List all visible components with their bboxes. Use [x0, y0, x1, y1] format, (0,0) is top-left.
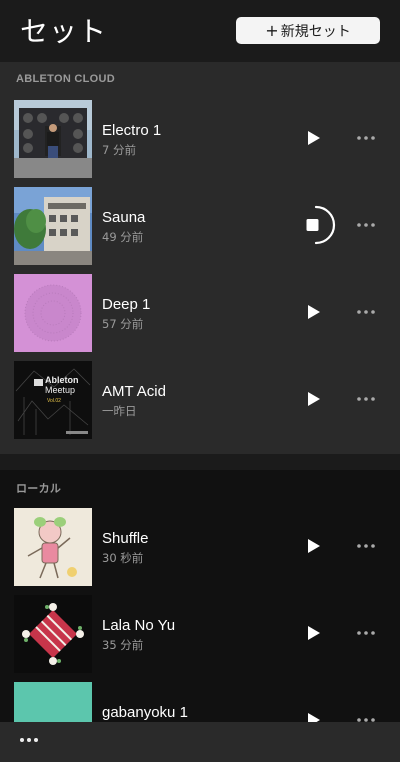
section-label-local: ローカル: [16, 482, 62, 495]
flyer-line1: Ableton: [45, 375, 79, 385]
list-item-amt-acid[interactable]: Ableton Meetup Vol.02 AMT Acid 一昨日: [0, 361, 400, 439]
list-item-lala-no-yu[interactable]: Lala No Yu 35 分前: [0, 595, 400, 673]
item-time: 30 秒前: [102, 551, 144, 565]
item-time: 49 分前: [102, 230, 144, 244]
item-name: Shuffle: [102, 530, 149, 547]
item-name: gabanyoku 1: [102, 704, 188, 721]
flyer-line3: Vol.02: [47, 398, 61, 404]
bottom-toolbar: [0, 722, 400, 762]
more-icon[interactable]: [18, 730, 40, 750]
sound-system-photo-thumbnail: [14, 100, 92, 178]
cloud-section: ABLETON CLOUD Electro 1 7 分前 Sauna 49 分前…: [0, 62, 400, 454]
meetup-flyer-thumbnail: Ableton Meetup Vol.02: [14, 361, 92, 439]
character-drawing-thumbnail: [14, 508, 92, 586]
list-item-shuffle[interactable]: Shuffle 30 秒前: [0, 508, 400, 586]
play-icon[interactable]: [304, 710, 324, 722]
item-time: 57 分前: [102, 317, 144, 331]
item-name: Sauna: [102, 209, 146, 226]
app-header: セット + 新規セット: [0, 0, 400, 62]
more-icon[interactable]: [355, 536, 377, 556]
play-icon[interactable]: [304, 536, 324, 556]
section-separator: [0, 454, 400, 470]
play-icon[interactable]: [304, 302, 324, 322]
list-item-deep-1[interactable]: Deep 1 57 分前: [0, 274, 400, 352]
list-item-gabanyoku-1[interactable]: gabanyoku 1: [0, 682, 400, 722]
more-icon[interactable]: [355, 389, 377, 409]
item-name: Deep 1: [102, 296, 151, 313]
page-title: セット: [20, 15, 108, 48]
item-name: Electro 1: [102, 122, 162, 139]
more-icon[interactable]: [355, 215, 377, 235]
building-photo-thumbnail: [14, 187, 92, 265]
more-icon[interactable]: [355, 128, 377, 148]
section-label-cloud: ABLETON CLOUD: [16, 73, 116, 85]
item-time: 一昨日: [102, 404, 137, 418]
new-set-label: 新規セット: [280, 23, 351, 40]
list-item-electro-1[interactable]: Electro 1 7 分前: [0, 100, 400, 178]
item-name: Lala No Yu: [102, 617, 176, 634]
pink-circle-thumbnail: [14, 274, 92, 352]
new-set-button[interactable]: + 新規セット: [236, 17, 380, 44]
more-icon[interactable]: [355, 710, 377, 722]
list-item-sauna[interactable]: Sauna 49 分前: [0, 187, 400, 265]
floral-pattern-thumbnail: [14, 595, 92, 673]
play-icon[interactable]: [304, 128, 324, 148]
item-name: AMT Acid: [102, 383, 166, 400]
more-icon[interactable]: [355, 623, 377, 643]
stop-progress-icon[interactable]: [296, 204, 336, 246]
play-icon[interactable]: [304, 623, 324, 643]
local-section: ローカル Shuffle 30 秒前 Lala No Yu 35 分前 gaba…: [0, 470, 400, 722]
teal-thumbnail: [14, 682, 92, 722]
item-time: 35 分前: [102, 638, 144, 652]
plus-icon: +: [265, 21, 279, 40]
flyer-line2: Meetup: [45, 385, 76, 395]
more-icon[interactable]: [355, 302, 377, 322]
item-time: 7 分前: [102, 143, 136, 157]
play-icon[interactable]: [304, 389, 324, 409]
